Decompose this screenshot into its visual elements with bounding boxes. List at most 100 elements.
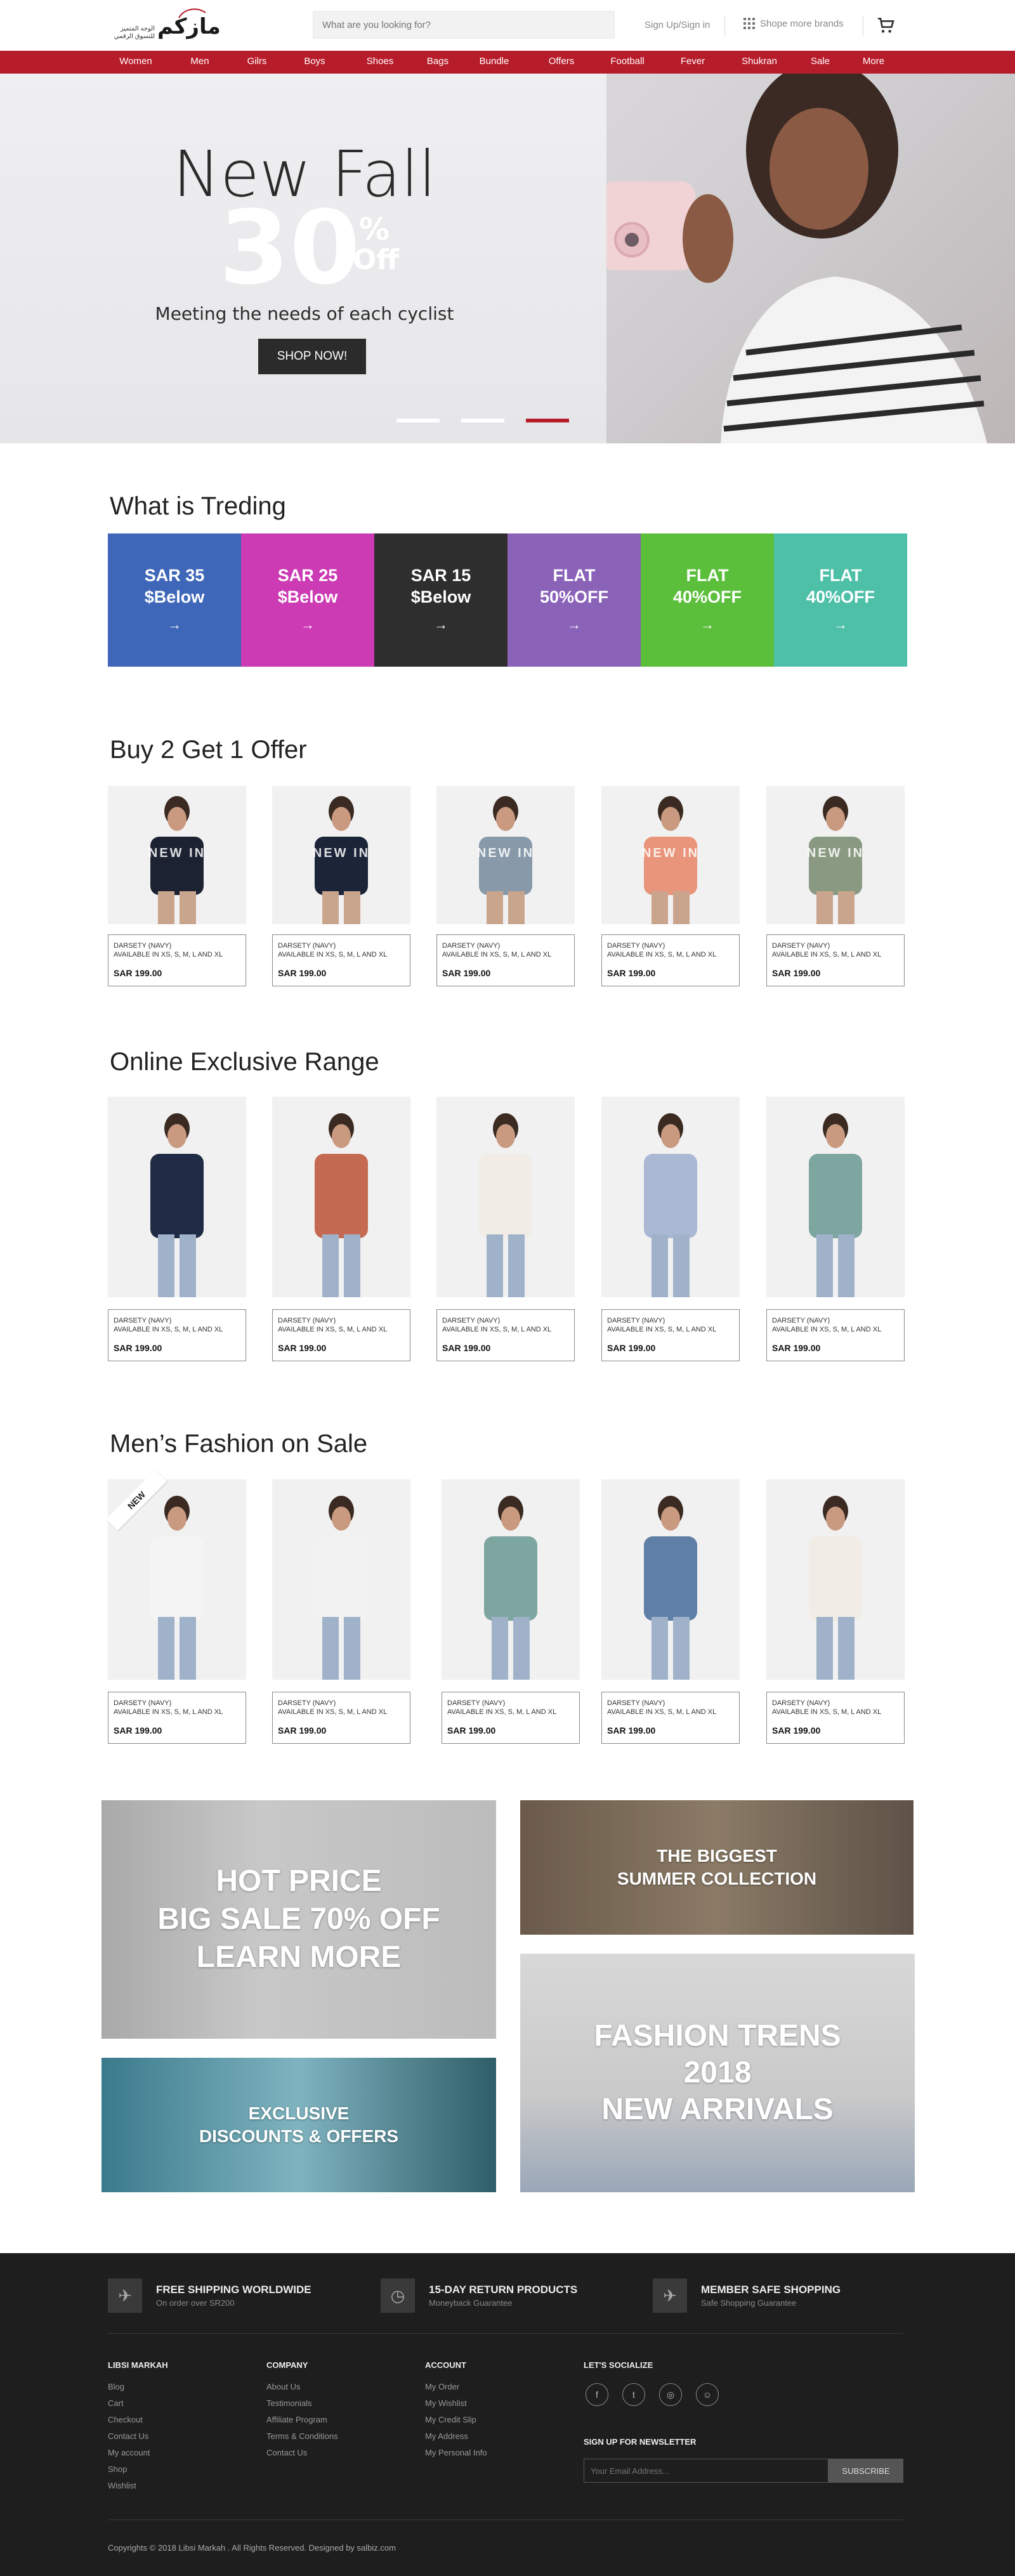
mens-product-card[interactable]: DARSETY (NAVY) AVAILABLE IN XS, S, M, L A…	[108, 1692, 246, 1744]
exclusive-product-image[interactable]	[108, 1097, 246, 1297]
footer-link[interactable]: Contact Us	[108, 2428, 168, 2445]
footer-link[interactable]: My Wishlist	[425, 2395, 487, 2412]
mens-product-card[interactable]: DARSETY (NAVY) AVAILABLE IN XS, S, M, L A…	[601, 1692, 740, 1744]
footer-link[interactable]: About Us	[266, 2379, 338, 2395]
product-sizes: AVAILABLE IN XS, S, M, L AND XL	[607, 1326, 717, 1333]
trending-tile-2[interactable]: SAR 25 $Below →	[241, 533, 374, 667]
footer-link[interactable]: Checkout	[108, 2412, 168, 2428]
nav-men[interactable]: Men	[190, 56, 209, 67]
fashion-trends-banner[interactable]: FASHION TRENS 2018 NEW ARRIVALS	[520, 1954, 915, 2192]
facebook-icon[interactable]: f	[586, 2383, 608, 2406]
footer-link[interactable]: Wishlist	[108, 2478, 168, 2494]
tile-line1: SAR 35	[144, 566, 205, 585]
exclusive-product-image[interactable]	[601, 1097, 740, 1297]
snapchat-icon[interactable]: ☺	[696, 2383, 719, 2406]
mens-product-card[interactable]: DARSETY (NAVY) AVAILABLE IN XS, S, M, L A…	[442, 1692, 580, 1744]
site-logo[interactable]: مازكم الوجه المتميز للتسوق الرقمي	[108, 6, 221, 44]
nav-women[interactable]: Women	[119, 56, 152, 67]
buy2-product-card[interactable]: DARSETY (NAVY) AVAILABLE IN XS, S, M, L A…	[601, 934, 740, 986]
newsletter-email-box[interactable]	[584, 2459, 828, 2483]
new-in-overlay: NEW IN	[806, 846, 865, 860]
product-sizes: AVAILABLE IN XS, S, M, L AND XL	[278, 951, 388, 958]
nav-girls[interactable]: Gilrs	[247, 56, 267, 67]
new-in-overlay: NEW IN	[641, 846, 700, 860]
signin-link[interactable]: Sign Up/Sign in	[645, 20, 710, 30]
footer-link[interactable]: Cart	[108, 2395, 168, 2412]
hot-price-line1: HOT PRICE	[216, 1864, 382, 1898]
shop-now-button[interactable]: SHOP NOW!	[258, 339, 366, 374]
exclusive-product-image[interactable]	[272, 1097, 410, 1297]
cart-icon[interactable]	[875, 15, 896, 36]
product-name: DARSETY (NAVY)	[114, 1317, 172, 1324]
search-box[interactable]	[313, 11, 615, 39]
tile-line1: SAR 25	[277, 566, 338, 585]
nav-boys[interactable]: Boys	[304, 56, 325, 67]
mens-product-card[interactable]: DARSETY (NAVY) AVAILABLE IN XS, S, M, L A…	[272, 1692, 410, 1744]
mens-product-card[interactable]: DARSETY (NAVY) AVAILABLE IN XS, S, M, L A…	[766, 1692, 905, 1744]
trending-tile-6[interactable]: FLAT 40%OFF →	[774, 533, 907, 667]
mens-product-image[interactable]	[272, 1479, 410, 1680]
nav-shukran[interactable]: Shukran	[742, 56, 777, 67]
main-nav: Women Men Gilrs Boys Shoes Bags Bundle O…	[0, 51, 1015, 74]
newsletter-email-input[interactable]	[584, 2459, 828, 2482]
buy2-product-card[interactable]: DARSETY (NAVY) AVAILABLE IN XS, S, M, L A…	[436, 934, 575, 986]
trending-tile-3[interactable]: SAR 15 $Below →	[374, 533, 508, 667]
nav-fever[interactable]: Fever	[681, 56, 705, 67]
buy2-product-card[interactable]: DARSETY (NAVY) AVAILABLE IN XS, S, M, L A…	[272, 934, 410, 986]
exclusive-offers-banner[interactable]: EXCLUSIVE DISCOUNTS & OFFERS	[102, 2058, 496, 2192]
exclusive-product-card[interactable]: DARSETY (NAVY) AVAILABLE IN XS, S, M, L A…	[601, 1309, 740, 1361]
footer-link[interactable]: Contact Us	[266, 2445, 338, 2461]
shop-brands-link[interactable]: Shope more brands	[743, 18, 844, 29]
footer-link[interactable]: Shop	[108, 2461, 168, 2478]
exclusive-product-card[interactable]: DARSETY (NAVY) AVAILABLE IN XS, S, M, L A…	[436, 1309, 575, 1361]
twitter-icon[interactable]: t	[622, 2383, 645, 2406]
exclusive-product-card[interactable]: DARSETY (NAVY) AVAILABLE IN XS, S, M, L A…	[272, 1309, 410, 1361]
arrow-right-icon: →	[834, 617, 848, 632]
mens-product-image[interactable]	[766, 1479, 905, 1680]
exclusive-product-card[interactable]: DARSETY (NAVY) AVAILABLE IN XS, S, M, L A…	[108, 1309, 246, 1361]
footer-link[interactable]: Affiliate Program	[266, 2412, 338, 2428]
footer-link[interactable]: My Address	[425, 2428, 487, 2445]
buy2-product-card[interactable]: DARSETY (NAVY) AVAILABLE IN XS, S, M, L A…	[108, 934, 246, 986]
trending-tile-1[interactable]: SAR 35 $Below →	[108, 533, 241, 667]
footer-link[interactable]: Blog	[108, 2379, 168, 2395]
summer-collection-banner[interactable]: THE BIGGEST SUMMER COLLECTION	[520, 1800, 914, 1935]
feature-subtitle: Moneyback Guarantee	[429, 2298, 513, 2308]
nav-football[interactable]: Football	[610, 56, 644, 67]
product-name: DARSETY (NAVY)	[772, 1317, 830, 1324]
footer-link[interactable]: My Personal Info	[425, 2445, 487, 2461]
slide-dot-2[interactable]	[461, 419, 504, 422]
footer-column-title: ACCOUNT	[425, 2360, 466, 2370]
exclusive-product-image[interactable]	[766, 1097, 905, 1297]
product-sizes: AVAILABLE IN XS, S, M, L AND XL	[442, 1326, 552, 1333]
hot-price-banner[interactable]: HOT PRICE BIG SALE 70% OFF LEARN MORE	[102, 1800, 496, 2039]
footer-link[interactable]: My Order	[425, 2379, 487, 2395]
product-sizes: AVAILABLE IN XS, S, M, L AND XL	[278, 1326, 388, 1333]
slide-dot-1[interactable]	[396, 419, 440, 422]
exclusive-product-image[interactable]	[436, 1097, 575, 1297]
footer-link[interactable]: My Credit Slip	[425, 2412, 487, 2428]
feature-text: 15-DAY RETURN PRODUCTS Moneyback Guarante…	[429, 2284, 577, 2308]
trending-tile-4[interactable]: FLAT 50%OFF →	[508, 533, 641, 667]
product-sizes: AVAILABLE IN XS, S, M, L AND XL	[442, 951, 552, 958]
instagram-icon[interactable]: ◎	[659, 2383, 682, 2406]
buy2-product-card[interactable]: DARSETY (NAVY) AVAILABLE IN XS, S, M, L A…	[766, 934, 905, 986]
nav-shoes[interactable]: Shoes	[367, 56, 394, 67]
footer-link[interactable]: My account	[108, 2445, 168, 2461]
product-name: DARSETY (NAVY)	[607, 1699, 665, 1707]
slide-dot-3-active[interactable]	[526, 419, 569, 422]
footer-link[interactable]: Testimonials	[266, 2395, 338, 2412]
mens-product-image[interactable]	[601, 1479, 740, 1680]
nav-offers[interactable]: Offers	[549, 56, 575, 67]
mens-product-image[interactable]	[442, 1479, 580, 1680]
nav-bundle[interactable]: Bundle	[480, 56, 509, 67]
nav-more[interactable]: More	[863, 56, 884, 67]
footer-link[interactable]: Terms & Conditions	[266, 2428, 338, 2445]
trending-tile-5[interactable]: FLAT 40%OFF →	[641, 533, 774, 667]
search-input[interactable]	[313, 11, 614, 38]
exclusive-product-card[interactable]: DARSETY (NAVY) AVAILABLE IN XS, S, M, L A…	[766, 1309, 905, 1361]
nav-bags[interactable]: Bags	[427, 56, 449, 67]
nav-sale[interactable]: Sale	[811, 56, 830, 67]
new-in-overlay: NEW IN	[312, 846, 370, 860]
subscribe-button[interactable]: SUBSCRIBE	[828, 2459, 903, 2483]
